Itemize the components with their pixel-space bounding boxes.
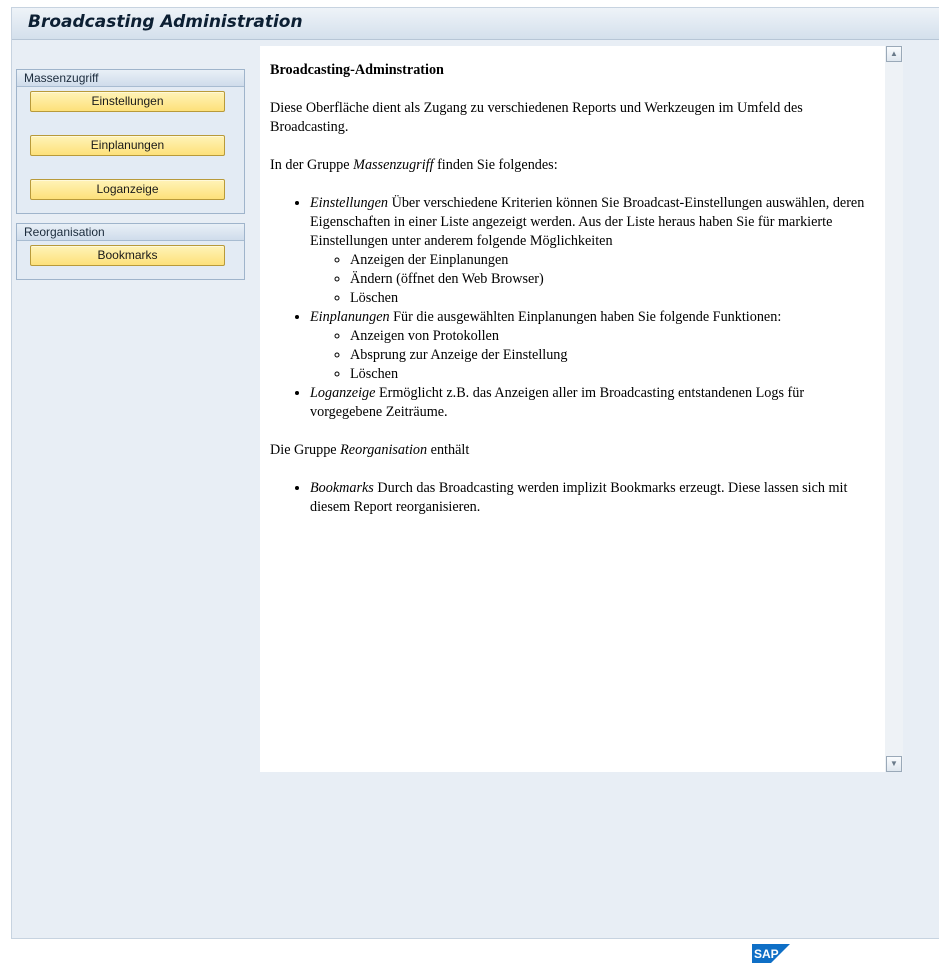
application-frame: Broadcasting Administration Massenzugrif… <box>11 7 939 939</box>
sub-list-item: Anzeigen von Protokollen <box>350 327 875 346</box>
scroll-down-arrow-icon[interactable]: ▼ <box>886 756 902 772</box>
group1-name: Massenzugriff <box>353 157 434 173</box>
title-bar: Broadcasting Administration <box>12 8 939 40</box>
doc-intro: Diese Oberfläche dient als Zugang zu ver… <box>270 100 803 135</box>
item-text: Ermöglicht z.B. das Anzeigen aller im Br… <box>310 385 805 420</box>
group-massenzugriff: Massenzugriff Einstellungen Einplanungen… <box>16 69 245 214</box>
sub-list: Anzeigen von Protokollen Absprung zur An… <box>310 327 875 384</box>
einplanungen-button[interactable]: Einplanungen <box>30 135 225 156</box>
documentation-panel: Broadcasting-Adminstration Diese Oberflä… <box>260 46 903 772</box>
item-text: Durch das Broadcasting werden implizit B… <box>310 480 848 515</box>
term-einstellungen: Einstellungen <box>310 195 389 211</box>
group-header-reorganisation: Reorganisation <box>17 224 244 241</box>
list-item: Loganzeige Ermöglicht z.B. das Anzeigen … <box>310 384 875 422</box>
term-bookmarks: Bookmarks <box>310 480 374 496</box>
sub-list-item: Löschen <box>350 289 875 308</box>
term-einplanungen: Einplanungen <box>310 309 390 325</box>
list-item: Einplanungen Für die ausgewählten Einpla… <box>310 308 875 384</box>
documentation-text: Broadcasting-Adminstration Diese Oberflä… <box>260 46 885 772</box>
group2-name: Reorganisation <box>340 442 428 458</box>
item-text: Für die ausgewählten Einplanungen haben … <box>389 309 782 325</box>
doc-group1-intro: In der Gruppe Massenzugriff finden Sie f… <box>270 156 875 175</box>
sub-list-item: Löschen <box>350 365 875 384</box>
group-header-massenzugriff: Massenzugriff <box>17 70 244 87</box>
doc-group2-intro: Die Gruppe Reorganisation enthält <box>270 441 875 460</box>
reorganisation-list: Bookmarks Durch das Broadcasting werden … <box>270 479 875 517</box>
sub-list-item: Ändern (öffnet den Web Browser) <box>350 270 875 289</box>
sub-list-item: Anzeigen der Einplanungen <box>350 251 875 270</box>
loganzeige-button[interactable]: Loganzeige <box>30 179 225 200</box>
list-item: Bookmarks Durch das Broadcasting werden … <box>310 479 875 517</box>
sub-list-item: Absprung zur Anzeige der Einstellung <box>350 346 875 365</box>
list-item: Einstellungen Über verschiedene Kriterie… <box>310 194 875 308</box>
scroll-up-arrow-icon[interactable]: ▲ <box>886 46 902 62</box>
sap-logo-icon: SAP <box>752 944 790 963</box>
term-loganzeige: Loganzeige <box>310 385 376 401</box>
logo-text: SAP <box>754 947 779 961</box>
bookmarks-button[interactable]: Bookmarks <box>30 245 225 266</box>
text-fragment: finden Sie folgendes: <box>433 157 558 173</box>
group-reorganisation: Reorganisation Bookmarks <box>16 223 245 280</box>
text-fragment: Die Gruppe <box>270 442 341 458</box>
item-text: Über verschiedene Kriterien können Sie B… <box>310 195 865 249</box>
massenzugriff-list: Einstellungen Über verschiedene Kriterie… <box>270 194 875 422</box>
text-fragment: enthält <box>427 442 470 458</box>
einstellungen-button[interactable]: Einstellungen <box>30 91 225 112</box>
sub-list: Anzeigen der Einplanungen Ändern (öffnet… <box>310 251 875 308</box>
text-fragment: In der Gruppe <box>270 157 354 173</box>
doc-heading: Broadcasting-Adminstration <box>270 62 444 78</box>
vertical-scrollbar[interactable]: ▲ ▼ <box>885 46 903 772</box>
page-title: Broadcasting Administration <box>28 12 303 32</box>
